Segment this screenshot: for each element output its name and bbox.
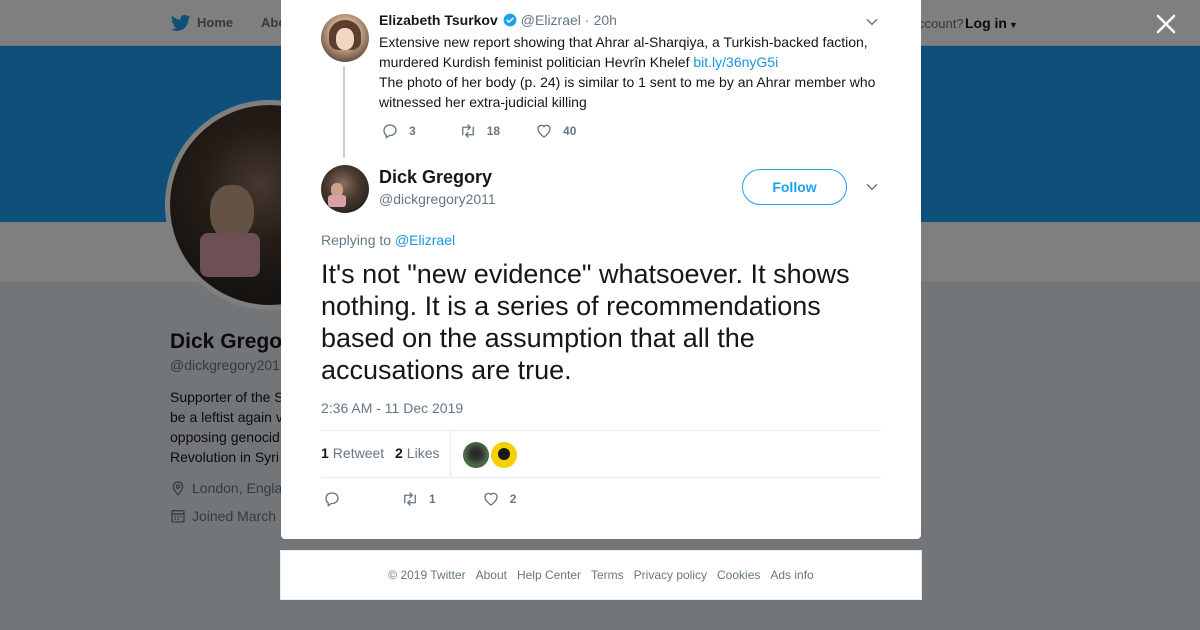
main-tweet-author-handle[interactable]: @dickgregory2011: [379, 191, 496, 207]
footer-link-terms[interactable]: Terms: [591, 568, 624, 582]
footer-link-about[interactable]: About: [476, 568, 507, 582]
tweet-modal: Elizabeth Tsurkov @Elizrael · 20h Extens…: [281, 0, 921, 539]
retweet-icon: [461, 124, 474, 138]
likes-stat-count: 2: [395, 445, 403, 461]
footer-copyright: © 2019 Twitter: [388, 568, 466, 582]
like-count: 2: [509, 492, 517, 506]
context-tweet-text: Extensive new report showing that Ahrar …: [379, 32, 889, 112]
reply-icon: [325, 492, 339, 507]
replying-to-prefix: Replying to: [321, 232, 392, 248]
retweets-stat[interactable]: 1 Retweet: [321, 445, 384, 461]
chevron-down-icon[interactable]: [865, 15, 879, 29]
context-retweet-button[interactable]: 18: [459, 122, 500, 140]
chevron-down-icon[interactable]: [865, 180, 879, 194]
retweets-stat-label: Retweet: [332, 445, 385, 461]
context-tweet-author-handle[interactable]: @Elizrael: [521, 12, 581, 28]
context-tweet-time[interactable]: 20h: [594, 12, 617, 28]
footer-link-ads-info[interactable]: Ads info: [770, 568, 813, 582]
footer-link-help-center[interactable]: Help Center: [517, 568, 581, 582]
footer-link-privacy-policy[interactable]: Privacy policy: [634, 568, 707, 582]
retweets-stat-count: 1: [321, 445, 329, 461]
retweet-icon: [404, 492, 416, 506]
context-like-button[interactable]: 40: [535, 122, 576, 140]
context-tweet-text-part1: Extensive new report showing that Ahrar …: [379, 34, 868, 70]
thread-connector-line: [343, 66, 345, 158]
close-icon[interactable]: [1154, 12, 1178, 36]
context-tweet-link[interactable]: bit.ly/36nyG5i: [693, 54, 778, 70]
replying-to: Replying to @Elizrael: [321, 232, 455, 248]
context-tweet-text-part2: The photo of her body (p. 24) is similar…: [379, 74, 876, 110]
retweet-count: 1: [429, 492, 436, 506]
reply-button[interactable]: [323, 490, 341, 508]
context-reply-count: 3: [409, 124, 416, 138]
liker-avatar[interactable]: [463, 442, 489, 468]
tweet-stats-bar: 1 Retweet 2 Likes: [321, 430, 881, 478]
context-tweet-header: Elizabeth Tsurkov @Elizrael · 20h: [379, 12, 617, 28]
like-button[interactable]: 2: [482, 490, 517, 508]
stats-divider: [450, 431, 451, 477]
heart-icon: [537, 124, 551, 138]
context-tweet-author-name[interactable]: Elizabeth Tsurkov: [379, 12, 498, 28]
heart-icon: [484, 492, 498, 506]
reply-icon: [383, 124, 397, 139]
main-tweet-text: It's not "new evidence" whatsoever. It s…: [321, 259, 850, 385]
follow-button[interactable]: Follow: [742, 169, 847, 205]
liker-avatar[interactable]: [491, 442, 517, 468]
main-tweet-actions: 1 2: [323, 490, 516, 508]
likes-stat-label: Likes: [406, 445, 440, 461]
replying-to-handle[interactable]: @Elizrael: [395, 232, 455, 248]
retweet-button[interactable]: 1: [401, 490, 436, 508]
main-tweet-avatar[interactable]: [321, 165, 369, 213]
likes-stat[interactable]: 2 Likes: [395, 445, 439, 461]
verified-badge-icon: [503, 13, 517, 27]
header-separator: ·: [584, 12, 590, 28]
main-tweet-author-name[interactable]: Dick Gregory: [379, 167, 492, 188]
main-tweet-timestamp[interactable]: 2:36 AM - 11 Dec 2019: [321, 400, 463, 416]
context-like-count: 40: [563, 124, 577, 138]
modal-footer: © 2019 Twitter About Help Center Terms P…: [280, 550, 922, 600]
context-tweet-avatar[interactable]: [321, 14, 369, 62]
context-reply-button[interactable]: 3: [381, 122, 416, 140]
footer-link-cookies[interactable]: Cookies: [717, 568, 760, 582]
context-tweet-actions: 3 18 40: [381, 122, 576, 140]
context-retweet-count: 18: [486, 124, 501, 138]
